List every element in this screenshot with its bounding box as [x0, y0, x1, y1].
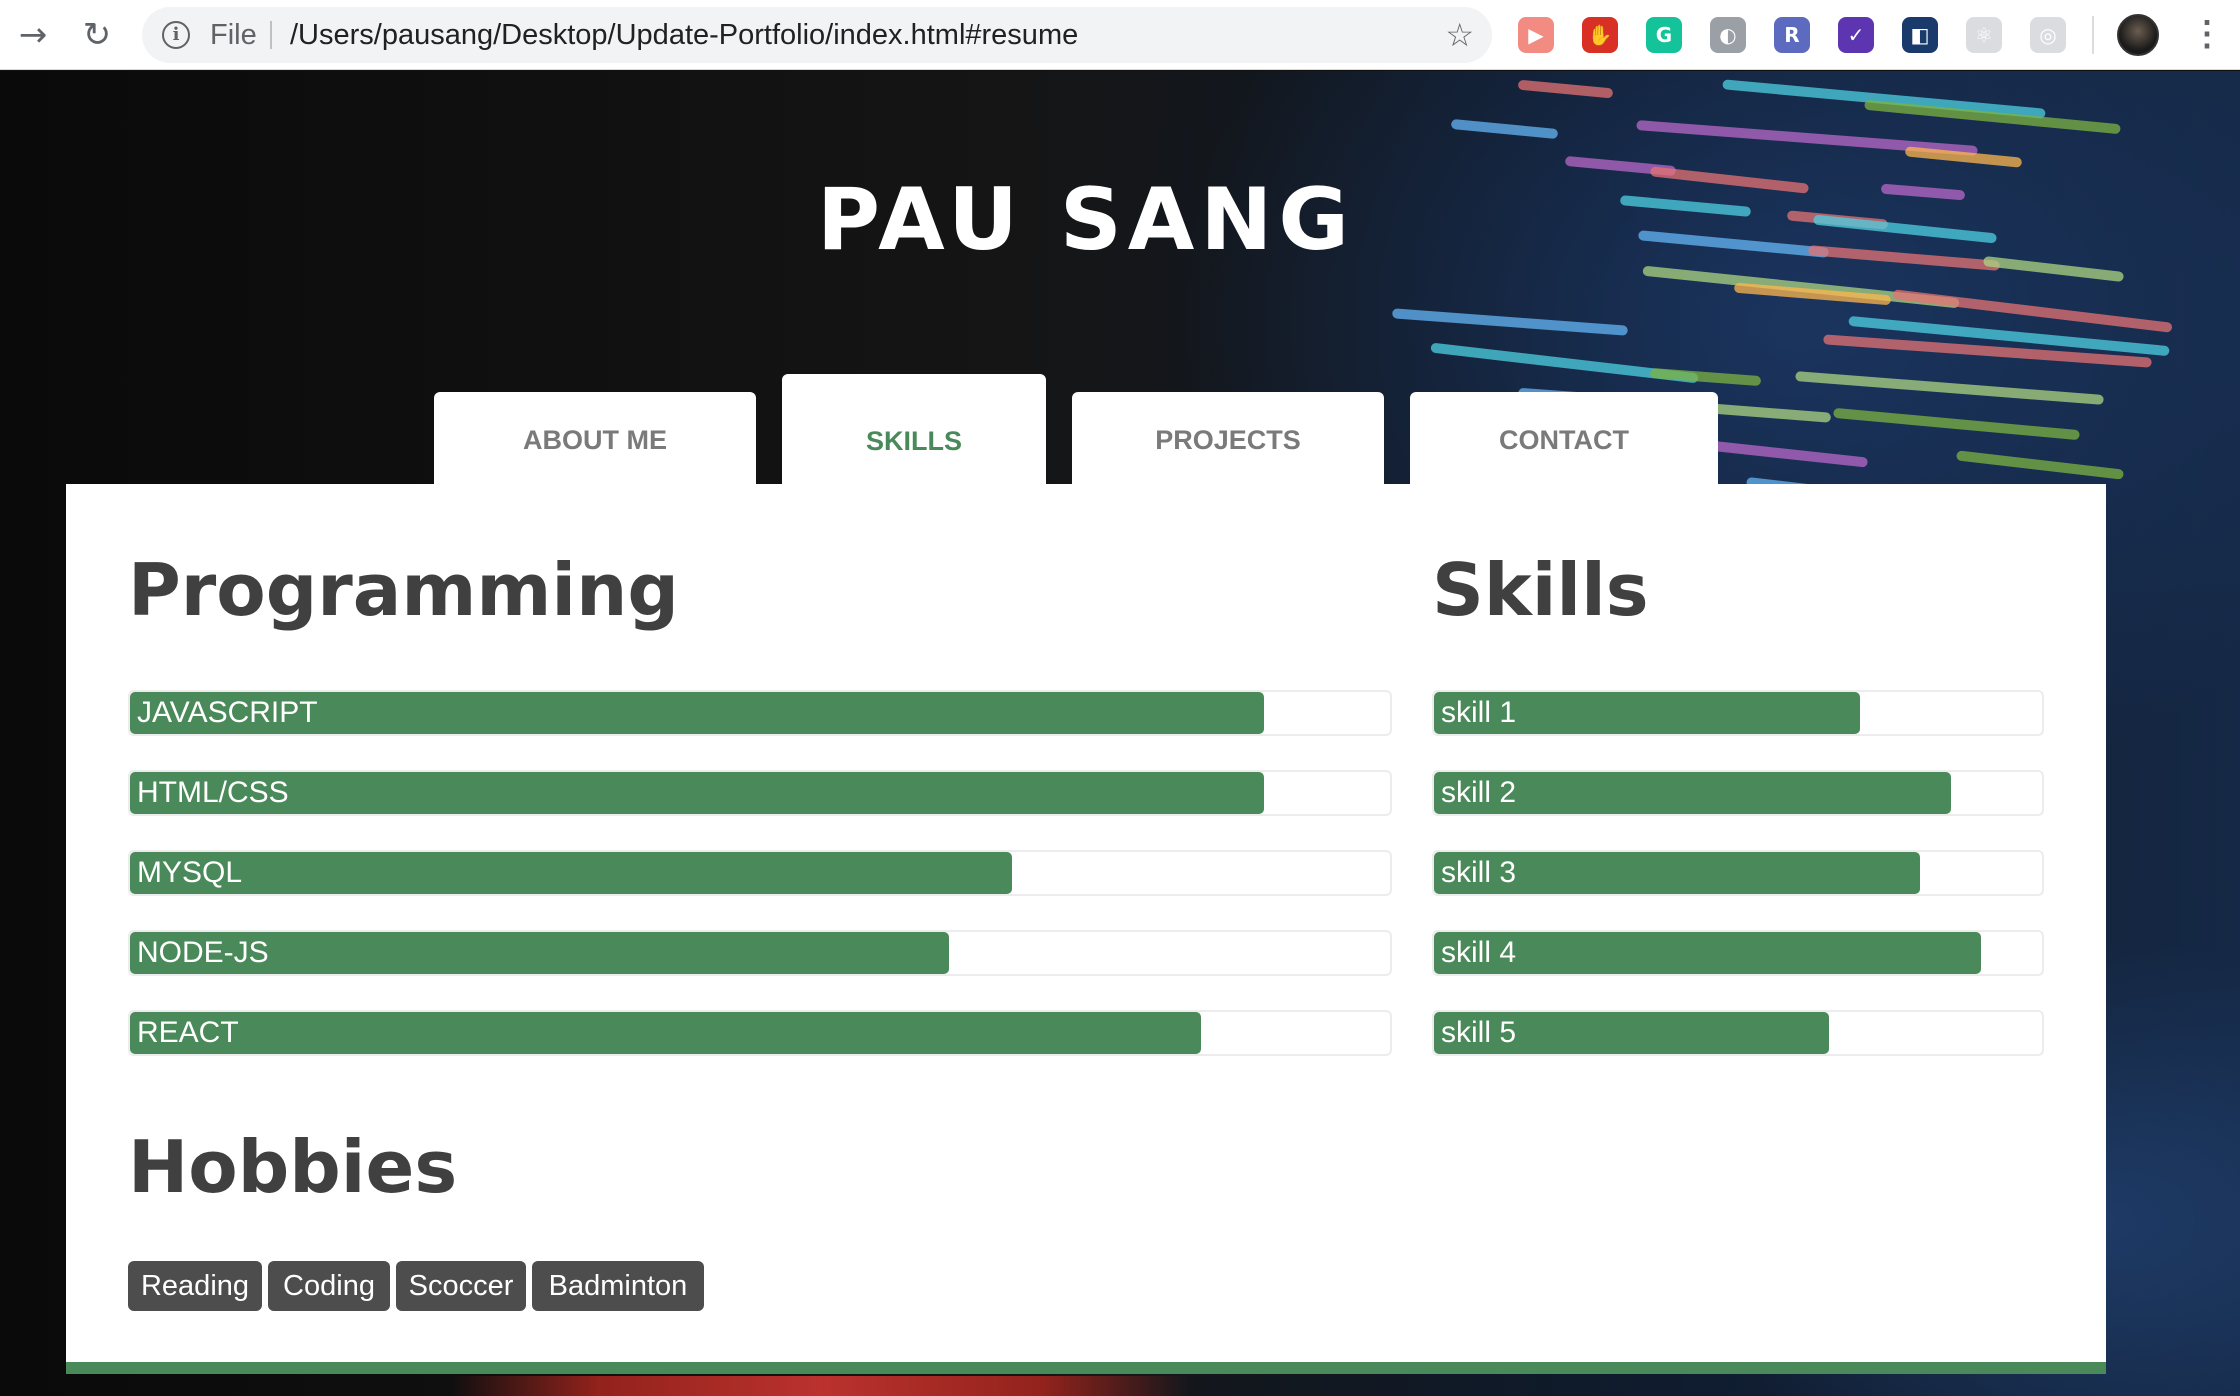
url-text[interactable]: /Users/pausang/Desktop/Update-Portfolio/… — [290, 7, 1078, 63]
hobby-tag: Coding — [268, 1261, 390, 1311]
programming-bar-fill: REACT — [130, 1012, 1201, 1054]
programming-bar-fill: HTML/CSS — [130, 772, 1264, 814]
programming-bar-label: JAVASCRIPT — [137, 696, 318, 729]
code-line — [1832, 407, 2080, 441]
skill-bar-fill: skill 4 — [1434, 932, 1981, 974]
info-icon[interactable]: i — [162, 21, 190, 49]
code-line — [1956, 449, 2125, 480]
programming-bar-track: REACT — [128, 1010, 1392, 1056]
grammarly-icon[interactable]: G — [1646, 17, 1682, 53]
programming-heading: Programming — [128, 548, 679, 632]
adblock-icon[interactable]: ✋ — [1582, 17, 1618, 53]
programming-bar-label: MYSQL — [137, 856, 243, 889]
forward-icon[interactable]: → — [12, 14, 54, 56]
programming-bar-track: JAVASCRIPT — [128, 690, 1392, 736]
skill-bar-label: skill 2 — [1441, 776, 1517, 809]
programming-bar-track: HTML/CSS — [128, 770, 1392, 816]
skill-bar-track: skill 2 — [1432, 770, 2044, 816]
file-scheme-label: File — [210, 19, 257, 51]
programming-bar-label: HTML/CSS — [137, 776, 289, 809]
hobby-tag: Badminton — [532, 1261, 704, 1311]
screencast-icon[interactable]: ▶ — [1518, 17, 1554, 53]
skill-bar-fill: skill 5 — [1434, 1012, 1829, 1054]
programming-bar-fill: JAVASCRIPT — [130, 692, 1264, 734]
code-line — [1450, 118, 1559, 140]
programming-bar-track: NODE-JS — [128, 930, 1392, 976]
skill-bar-track: skill 1 — [1432, 690, 2044, 736]
code-background-image — [1240, 71, 2240, 551]
skill-bar-label: skill 1 — [1441, 696, 1517, 729]
code-line — [1795, 371, 2105, 406]
toolbar-divider — [2092, 16, 2094, 54]
programming-bar-track: MYSQL — [128, 850, 1392, 896]
ms-extension-icon[interactable]: ◧ — [1902, 17, 1938, 53]
tab-contact[interactable]: CONTACT — [1410, 392, 1718, 484]
halo-icon[interactable]: ◐ — [1710, 17, 1746, 53]
reload-icon[interactable]: ↻ — [76, 14, 118, 56]
code-line — [1707, 440, 1869, 469]
hobby-tag: Reading — [128, 1261, 262, 1311]
code-line — [1649, 367, 1761, 387]
tab-projects[interactable]: PROJECTS — [1072, 392, 1384, 484]
programming-bar-fill: MYSQL — [130, 852, 1012, 894]
browser-toolbar: → ↻ i File /Users/pausang/Desktop/Update… — [0, 0, 2240, 70]
keyboard-glow — [450, 1376, 1190, 1396]
bookmark-star-icon[interactable]: ☆ — [1445, 7, 1474, 63]
skill-bar-fill: skill 1 — [1434, 692, 1860, 734]
skill-bar-label: skill 4 — [1441, 936, 1517, 969]
hobbies-heading: Hobbies — [128, 1125, 458, 1209]
skill-bar-track: skill 5 — [1432, 1010, 2044, 1056]
address-divider — [270, 21, 272, 49]
address-bar[interactable]: i File /Users/pausang/Desktop/Update-Por… — [142, 7, 1492, 63]
site-title: PAU SANG — [817, 170, 1355, 270]
programming-bar-label: REACT — [137, 1016, 239, 1049]
programming-bar-fill: NODE-JS — [130, 932, 949, 974]
react-devtools-icon[interactable]: ⚛ — [1966, 17, 2002, 53]
skills-heading: Skills — [1432, 548, 1649, 632]
tab-about-me[interactable]: ABOUT ME — [434, 392, 756, 484]
check-extension-icon[interactable]: ✓ — [1838, 17, 1874, 53]
profile-avatar[interactable] — [2117, 14, 2159, 56]
skill-bar-fill: skill 3 — [1434, 852, 1920, 894]
target-extension-icon[interactable]: ◎ — [2030, 17, 2066, 53]
skill-bar-track: skill 3 — [1432, 850, 2044, 896]
tab-skills[interactable]: SKILLS — [782, 374, 1046, 484]
code-line — [1517, 79, 1613, 99]
skill-bar-label: skill 5 — [1441, 1016, 1517, 1049]
programming-bar-label: NODE-JS — [137, 936, 269, 969]
hobby-tag: Scoccer — [396, 1261, 526, 1311]
skill-bar-track: skill 4 — [1432, 930, 2044, 976]
browser-menu-icon[interactable]: ⋮ — [2190, 14, 2224, 56]
code-line — [1391, 308, 1628, 336]
r-extension-icon[interactable]: R — [1774, 17, 1810, 53]
skill-bar-label: skill 3 — [1441, 856, 1517, 889]
skill-bar-fill: skill 2 — [1434, 772, 1951, 814]
